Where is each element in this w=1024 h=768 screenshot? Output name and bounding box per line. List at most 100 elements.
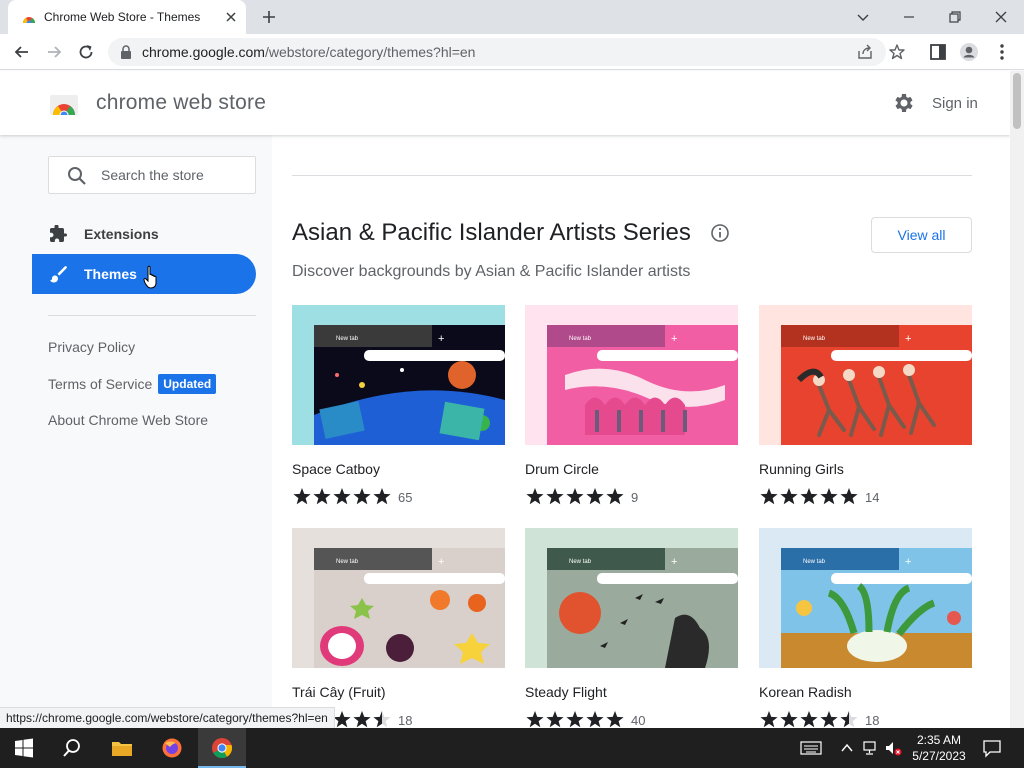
address-bar[interactable]: chrome.google.com/webstore/category/them… bbox=[108, 38, 905, 66]
updated-badge: Updated bbox=[158, 374, 217, 394]
svg-text:New tab: New tab bbox=[569, 336, 592, 342]
svg-text:New tab: New tab bbox=[569, 559, 592, 565]
network-icon[interactable] bbox=[862, 739, 880, 757]
puzzle-icon bbox=[50, 225, 67, 242]
browser-tab[interactable]: Chrome Web Store - Themes bbox=[8, 0, 246, 34]
svg-text:+: + bbox=[438, 333, 444, 345]
star-filled bbox=[780, 488, 798, 505]
sign-in-link[interactable]: Sign in bbox=[932, 95, 978, 112]
chrome-icon bbox=[212, 738, 233, 759]
close-window-icon[interactable] bbox=[990, 6, 1012, 28]
star-filled bbox=[333, 711, 351, 728]
taskbar-chrome[interactable] bbox=[198, 728, 246, 768]
rating-stars bbox=[293, 488, 391, 505]
theme-card-space-catboy[interactable]: New tab + Space Catboy 65 bbox=[292, 305, 505, 515]
info-icon[interactable] bbox=[710, 223, 730, 243]
side-panel-icon[interactable] bbox=[928, 42, 948, 62]
hand-cursor-icon bbox=[143, 265, 157, 289]
theme-card-trai-cay[interactable]: New tab + Trái Cây (Fruit) 18 bbox=[292, 528, 505, 728]
theme-thumbnail[interactable]: New tab + bbox=[525, 528, 738, 668]
back-arrow-icon[interactable] bbox=[12, 42, 32, 62]
theme-name[interactable]: Korean Radish bbox=[759, 684, 852, 700]
page-scrollbar[interactable] bbox=[1010, 71, 1024, 728]
system-clock[interactable]: 2:35 AM 5/27/2023 bbox=[906, 732, 972, 764]
scrollbar-thumb[interactable] bbox=[1013, 73, 1021, 129]
theme-name[interactable]: Trái Cây (Fruit) bbox=[292, 684, 386, 700]
sidebar-item-label: Themes bbox=[84, 266, 137, 282]
bookmark-star-icon[interactable] bbox=[888, 43, 906, 61]
svg-text:+: + bbox=[438, 556, 444, 568]
search-box[interactable] bbox=[48, 156, 256, 194]
new-tab-icon[interactable] bbox=[260, 8, 278, 26]
theme-card-running-girls[interactable]: New tab + Running Girls 14 bbox=[759, 305, 972, 515]
star-filled bbox=[780, 711, 798, 728]
forward-arrow-icon[interactable] bbox=[44, 42, 64, 62]
theme-thumbnail[interactable]: New tab + bbox=[759, 528, 972, 668]
taskbar-search-button[interactable] bbox=[48, 728, 96, 768]
theme-thumbnail[interactable]: New tab + bbox=[525, 305, 738, 445]
star-filled bbox=[840, 488, 858, 505]
theme-name[interactable]: Drum Circle bbox=[525, 461, 599, 477]
sidebar: Extensions Themes Privacy Policy Terms o… bbox=[0, 135, 272, 728]
sidebar-divider bbox=[48, 315, 256, 316]
theme-name[interactable]: Steady Flight bbox=[525, 684, 607, 700]
section-title[interactable]: Asian & Pacific Islander Artists Series bbox=[292, 219, 691, 247]
theme-thumbnail[interactable]: New tab + bbox=[759, 305, 972, 445]
share-icon[interactable] bbox=[856, 43, 874, 61]
rating-count: 40 bbox=[631, 713, 646, 728]
svg-text:New tab: New tab bbox=[336, 559, 359, 565]
main-content: Asian & Pacific Islander Artists Series … bbox=[272, 135, 1010, 728]
star-filled bbox=[333, 488, 351, 505]
theme-thumbnail[interactable]: New tab + bbox=[292, 528, 505, 668]
volume-muted-icon[interactable] bbox=[884, 739, 902, 757]
rating-stars bbox=[760, 488, 858, 505]
taskbar-firefox[interactable] bbox=[148, 728, 196, 768]
clock-date: 5/27/2023 bbox=[912, 749, 966, 763]
reload-icon[interactable] bbox=[76, 42, 96, 62]
status-bubble-url: https://chrome.google.com/webstore/categ… bbox=[0, 707, 335, 728]
theme-card-steady-flight[interactable]: New tab + Steady Flight 40 bbox=[525, 528, 738, 728]
tab-strip: Chrome Web Store - Themes bbox=[0, 0, 1024, 34]
star-filled bbox=[526, 711, 544, 728]
view-all-button[interactable]: View all bbox=[871, 217, 972, 253]
notifications-icon[interactable] bbox=[982, 738, 1002, 758]
profile-avatar-icon[interactable] bbox=[959, 42, 979, 62]
store-title[interactable]: chrome web store bbox=[96, 91, 266, 115]
tab-search-chevron-icon[interactable] bbox=[852, 6, 874, 28]
privacy-policy-link[interactable]: Privacy Policy bbox=[48, 339, 135, 355]
taskbar-file-explorer[interactable] bbox=[98, 728, 146, 768]
rating-count: 65 bbox=[398, 490, 413, 505]
web-page: chrome web store Sign in Extensions Them bbox=[0, 71, 1010, 728]
gear-icon[interactable] bbox=[892, 91, 916, 115]
theme-card-drum-circle[interactable]: New tab + Drum Circle 9 bbox=[525, 305, 738, 515]
keyboard-icon[interactable] bbox=[800, 739, 822, 757]
theme-card-korean-radish[interactable]: New tab + Korean Radish 18 bbox=[759, 528, 972, 728]
theme-name[interactable]: Space Catboy bbox=[292, 461, 380, 477]
close-tab-icon[interactable] bbox=[224, 10, 238, 24]
sidebar-item-extensions[interactable]: Extensions bbox=[32, 214, 256, 254]
chevron-up-icon[interactable] bbox=[838, 739, 856, 757]
chrome-web-store-logo[interactable] bbox=[50, 89, 78, 115]
start-button[interactable] bbox=[0, 728, 48, 768]
rating-stars bbox=[526, 488, 624, 505]
star-filled bbox=[373, 488, 391, 505]
more-menu-icon[interactable] bbox=[992, 42, 1012, 62]
svg-text:New tab: New tab bbox=[803, 559, 826, 565]
star-filled bbox=[526, 488, 544, 505]
svg-text:New tab: New tab bbox=[803, 336, 826, 342]
theme-name[interactable]: Running Girls bbox=[759, 461, 844, 477]
rating-count: 14 bbox=[865, 490, 880, 505]
restore-icon[interactable] bbox=[944, 6, 966, 28]
rating-count: 9 bbox=[631, 490, 639, 505]
theme-thumbnail[interactable]: New tab + bbox=[292, 305, 505, 445]
windows-logo-icon bbox=[15, 738, 33, 758]
terms-of-service-link[interactable]: Terms of Service Updated bbox=[48, 374, 217, 394]
minimize-icon[interactable] bbox=[898, 6, 920, 28]
brush-icon bbox=[50, 266, 67, 283]
rating-count: 18 bbox=[865, 713, 880, 728]
lock-icon[interactable] bbox=[120, 45, 132, 59]
folder-icon bbox=[112, 742, 132, 756]
about-store-link[interactable]: About Chrome Web Store bbox=[48, 412, 208, 428]
search-input[interactable] bbox=[101, 165, 251, 185]
rating-count: 18 bbox=[398, 713, 413, 728]
